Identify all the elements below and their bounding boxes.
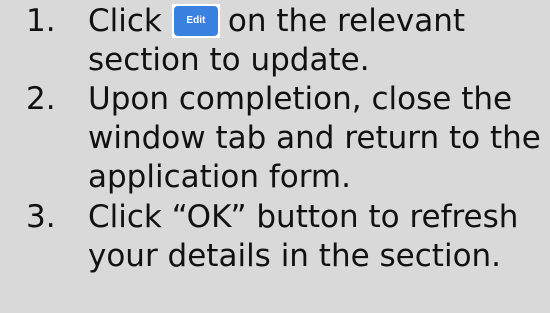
edit-button[interactable]: Edit xyxy=(173,6,218,36)
instruction-list: 1. Click Edit on the relevant section to u… xyxy=(0,0,550,313)
step-text: Click “OK” button to refresh your detail… xyxy=(88,198,538,276)
step-text-fragment: on the relevant xyxy=(227,3,466,39)
step-line: Upon completion, close the xyxy=(88,81,513,117)
step-line: window tab and return to the xyxy=(88,120,541,156)
edit-button-illustration: Edit xyxy=(171,4,220,38)
step-text-fragment: Click xyxy=(88,3,162,39)
step-number: 2. xyxy=(26,81,56,117)
step-line: your details in the section. xyxy=(88,238,502,274)
step-line: application form. xyxy=(88,159,351,195)
step-line: Click “OK” button to refresh xyxy=(88,199,519,235)
step-number: 1. xyxy=(26,3,56,39)
step-number: 3. xyxy=(26,199,56,235)
step-text: Click Edit on the relevant section to upda… xyxy=(88,2,538,80)
step-line: section to update. xyxy=(88,42,370,78)
step-text: Upon completion, close the window tab an… xyxy=(88,80,541,197)
step-line: Click Edit on the relevant xyxy=(88,2,538,41)
